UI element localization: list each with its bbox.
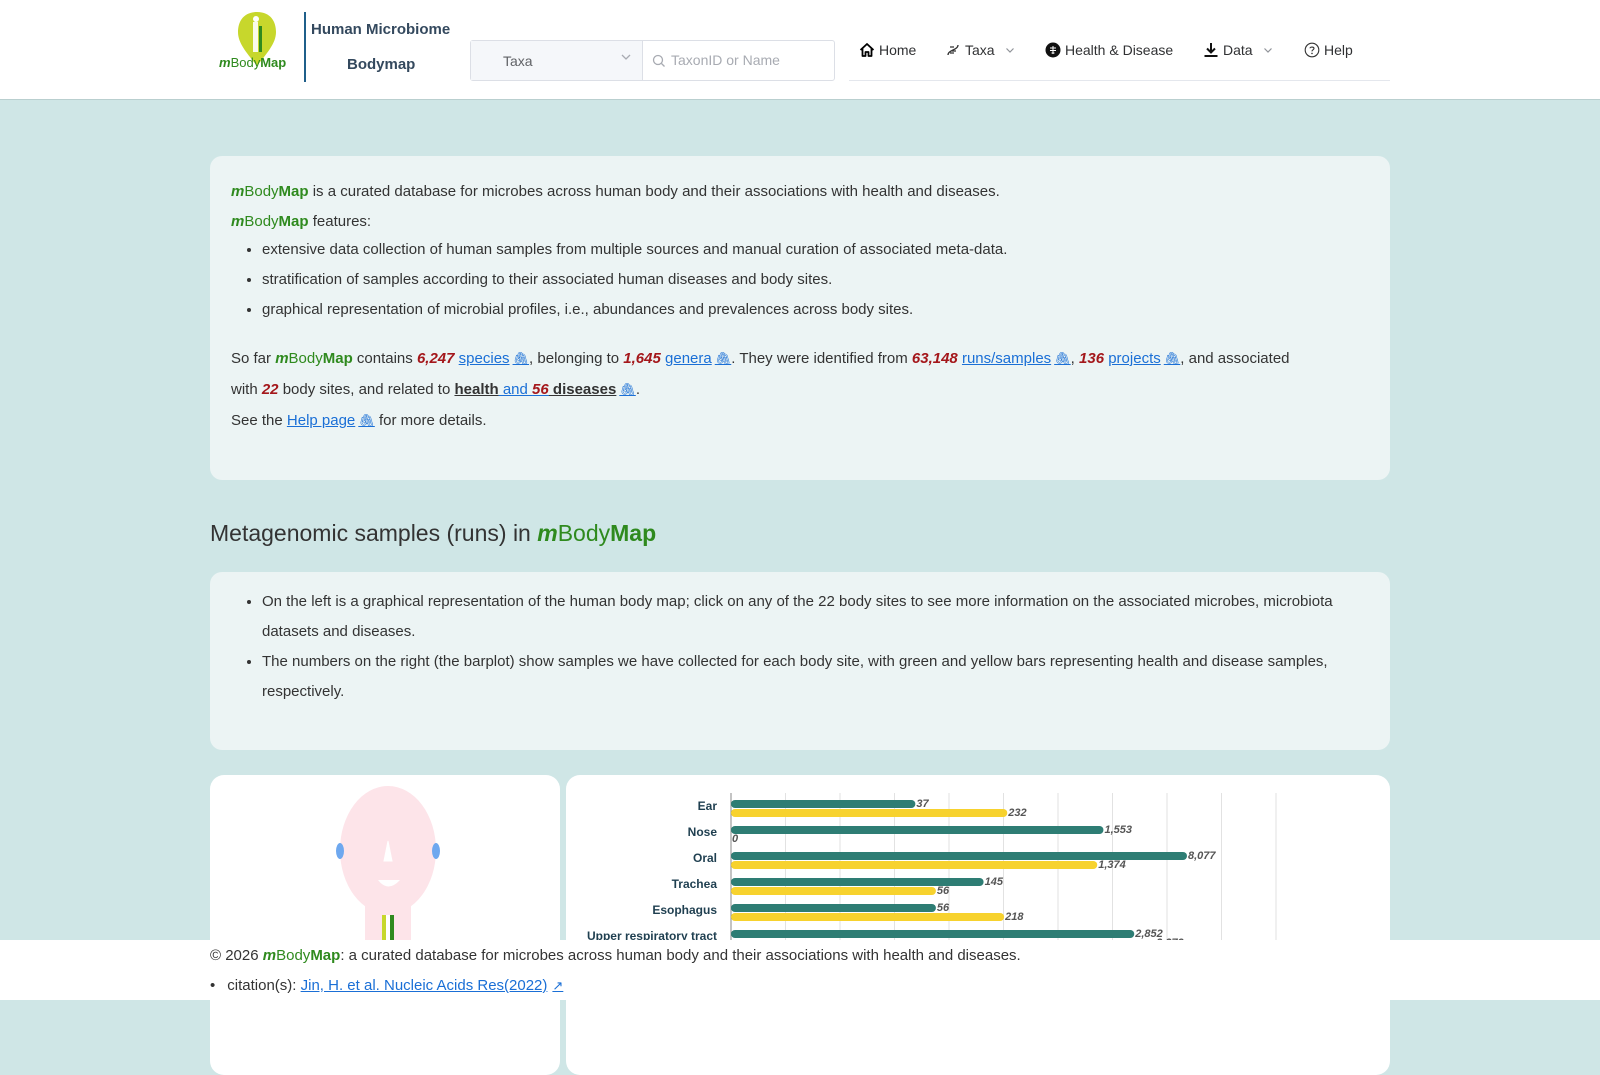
health-disease-icon — [1045, 42, 1061, 58]
bar-value-label: 232 — [1007, 807, 1026, 819]
bar-value-label: 37 — [916, 798, 929, 810]
footer-copyright: © 2026 mBodyMap: a curated database for … — [210, 947, 1021, 964]
disease-bar[interactable] — [731, 809, 1008, 817]
taxa-select[interactable]: Taxa — [471, 41, 643, 80]
bar-value-label: 1,374 — [1098, 859, 1126, 871]
chevron-down-icon — [1005, 45, 1015, 55]
bar-value-label: 56 — [937, 885, 950, 897]
genera-link[interactable]: genera 🖇 — [665, 350, 731, 367]
samples-description-list: On the left is a graphical representatio… — [241, 587, 1342, 707]
nav-health-disease[interactable]: Health & Disease — [1045, 42, 1173, 58]
bar-value-label: 145 — [985, 876, 1004, 888]
list-item: graphical representation of microbial pr… — [262, 295, 1007, 325]
species-link[interactable]: species 🖇 — [459, 350, 529, 367]
link-icon: 🖇 — [1054, 351, 1071, 366]
site-title-line1: Human Microbiome — [311, 21, 451, 38]
chevron-down-icon — [620, 51, 632, 66]
category-label[interactable]: Ear — [698, 799, 718, 813]
link-icon: 🖇 — [358, 413, 375, 428]
site-header: mBodyMap Human Microbiome Bodymap Taxa H… — [0, 0, 1600, 100]
category-label[interactable]: Trachea — [672, 877, 718, 891]
genera-count: 1,645 — [623, 350, 661, 367]
external-link-icon: ↗ — [552, 978, 564, 993]
list-item: extensive data collection of human sampl… — [262, 235, 1007, 265]
disease-bar[interactable] — [731, 887, 936, 895]
footer-citation: • citation(s): Jin, H. et al. Nucleic Aci… — [210, 977, 564, 994]
nav-home[interactable]: Home — [859, 42, 916, 58]
body-site-ear-right[interactable] — [432, 843, 440, 859]
site-footer: © 2026 mBodyMap: a curated database for … — [0, 940, 1600, 1000]
link-icon: 🖇 — [512, 351, 530, 366]
human-body-map — [336, 786, 440, 955]
disease-bar[interactable] — [731, 913, 1005, 921]
list-item: stratification of samples according to t… — [262, 265, 1007, 295]
main-nav: Home Taxa Health & Disease Data Help — [849, 30, 1390, 81]
projects-count: 136 — [1079, 350, 1105, 367]
runs-count: 63,148 — [911, 350, 958, 367]
search-box: Taxa — [470, 40, 835, 81]
nav-health-disease-label: Health & Disease — [1065, 42, 1174, 58]
intro-card: mBodyMap is a curated database for micro… — [210, 156, 1390, 480]
category-label[interactable]: Esophagus — [652, 903, 717, 917]
link-icon: 🖇 — [1163, 351, 1181, 366]
question-circle-icon — [1304, 42, 1320, 58]
bar-value-label: 218 — [1004, 911, 1024, 923]
disease-bar[interactable] — [731, 861, 1098, 869]
bar-value-label: 8,077 — [1188, 850, 1216, 862]
stats-line-2: with 22 body sites, and related to healt… — [231, 381, 640, 398]
species-count: 6,247 — [416, 350, 455, 367]
download-icon — [1203, 42, 1219, 58]
health-disease-link[interactable]: health and 56 diseases 🖇 — [454, 381, 635, 398]
chevron-down-icon — [1263, 45, 1273, 55]
logo-divider — [304, 12, 306, 82]
nav-data-label: Data — [1223, 42, 1253, 58]
intro-description: mBodyMap is a curated database for micro… — [231, 183, 1000, 200]
nav-taxa-label: Taxa — [965, 42, 995, 58]
nav-home-label: Home — [879, 42, 917, 58]
taxa-select-value: Taxa — [503, 53, 533, 69]
list-item: The numbers on the right (the barplot) s… — [262, 647, 1342, 707]
bar-value-label: 1,553 — [1104, 824, 1132, 836]
stats-line-1: So far mBodyMap contains 6,247 species 🖇,… — [231, 350, 1290, 367]
logo-wordmark: mBodyMap — [219, 55, 287, 70]
samples-barplot-card: Ear 37 232 Nose 1,553 0 Oral 8,077 1,374 Trachea 1… — [566, 775, 1390, 1075]
runs-samples-link[interactable]: runs/samples 🖇 — [962, 350, 1071, 367]
category-label[interactable]: Oral — [693, 851, 717, 865]
health-bar[interactable] — [731, 930, 1135, 938]
home-icon — [859, 42, 875, 58]
chart-labels: Ear 37 232 Nose 1,553 0 Oral 8,077 1,374 Trachea 1… — [587, 798, 1216, 945]
site-title-line2: Bodymap — [347, 56, 416, 73]
nav-help-label: Help — [1324, 42, 1353, 58]
list-item: On the left is a graphical representatio… — [262, 587, 1342, 647]
samples-description-card: On the left is a graphical representatio… — [210, 572, 1390, 750]
body-site-ear-left[interactable] — [336, 843, 344, 859]
samples-barplot: Ear 37 232 Nose 1,553 0 Oral 8,077 1,374 Trachea 1… — [587, 793, 1277, 945]
link-icon: 🖇 — [714, 351, 732, 366]
see-help-line: See the Help page 🖇 for more details. — [231, 412, 487, 429]
taxa-icon — [945, 42, 961, 58]
bar-value-label: 56 — [937, 902, 950, 914]
projects-link[interactable]: projects 🖇 — [1108, 350, 1180, 367]
search-input[interactable] — [645, 42, 831, 78]
samples-section-title: Metagenomic samples (runs) in mBodyMap — [210, 520, 657, 546]
nav-taxa[interactable]: Taxa — [945, 42, 1015, 58]
body-map-card — [210, 775, 560, 1075]
citation-link[interactable]: Jin, H. et al. Nucleic Acids Res(2022) ↗ — [301, 977, 564, 994]
category-label[interactable]: Nose — [688, 825, 718, 839]
health-bar[interactable] — [731, 904, 936, 912]
nav-help[interactable]: Help — [1304, 42, 1353, 58]
health-bar[interactable] — [731, 800, 916, 808]
features-list: extensive data collection of human sampl… — [241, 235, 1007, 325]
intro-features-heading: mBodyMap features: — [231, 213, 372, 230]
link-icon: 🖇 — [619, 382, 636, 397]
body-sites-count: 22 — [261, 381, 279, 398]
bar-value-label: 0 — [732, 833, 739, 845]
nav-data[interactable]: Data — [1203, 42, 1273, 58]
help-page-link[interactable]: Help page 🖇 — [287, 412, 375, 429]
health-bar[interactable] — [731, 826, 1104, 834]
